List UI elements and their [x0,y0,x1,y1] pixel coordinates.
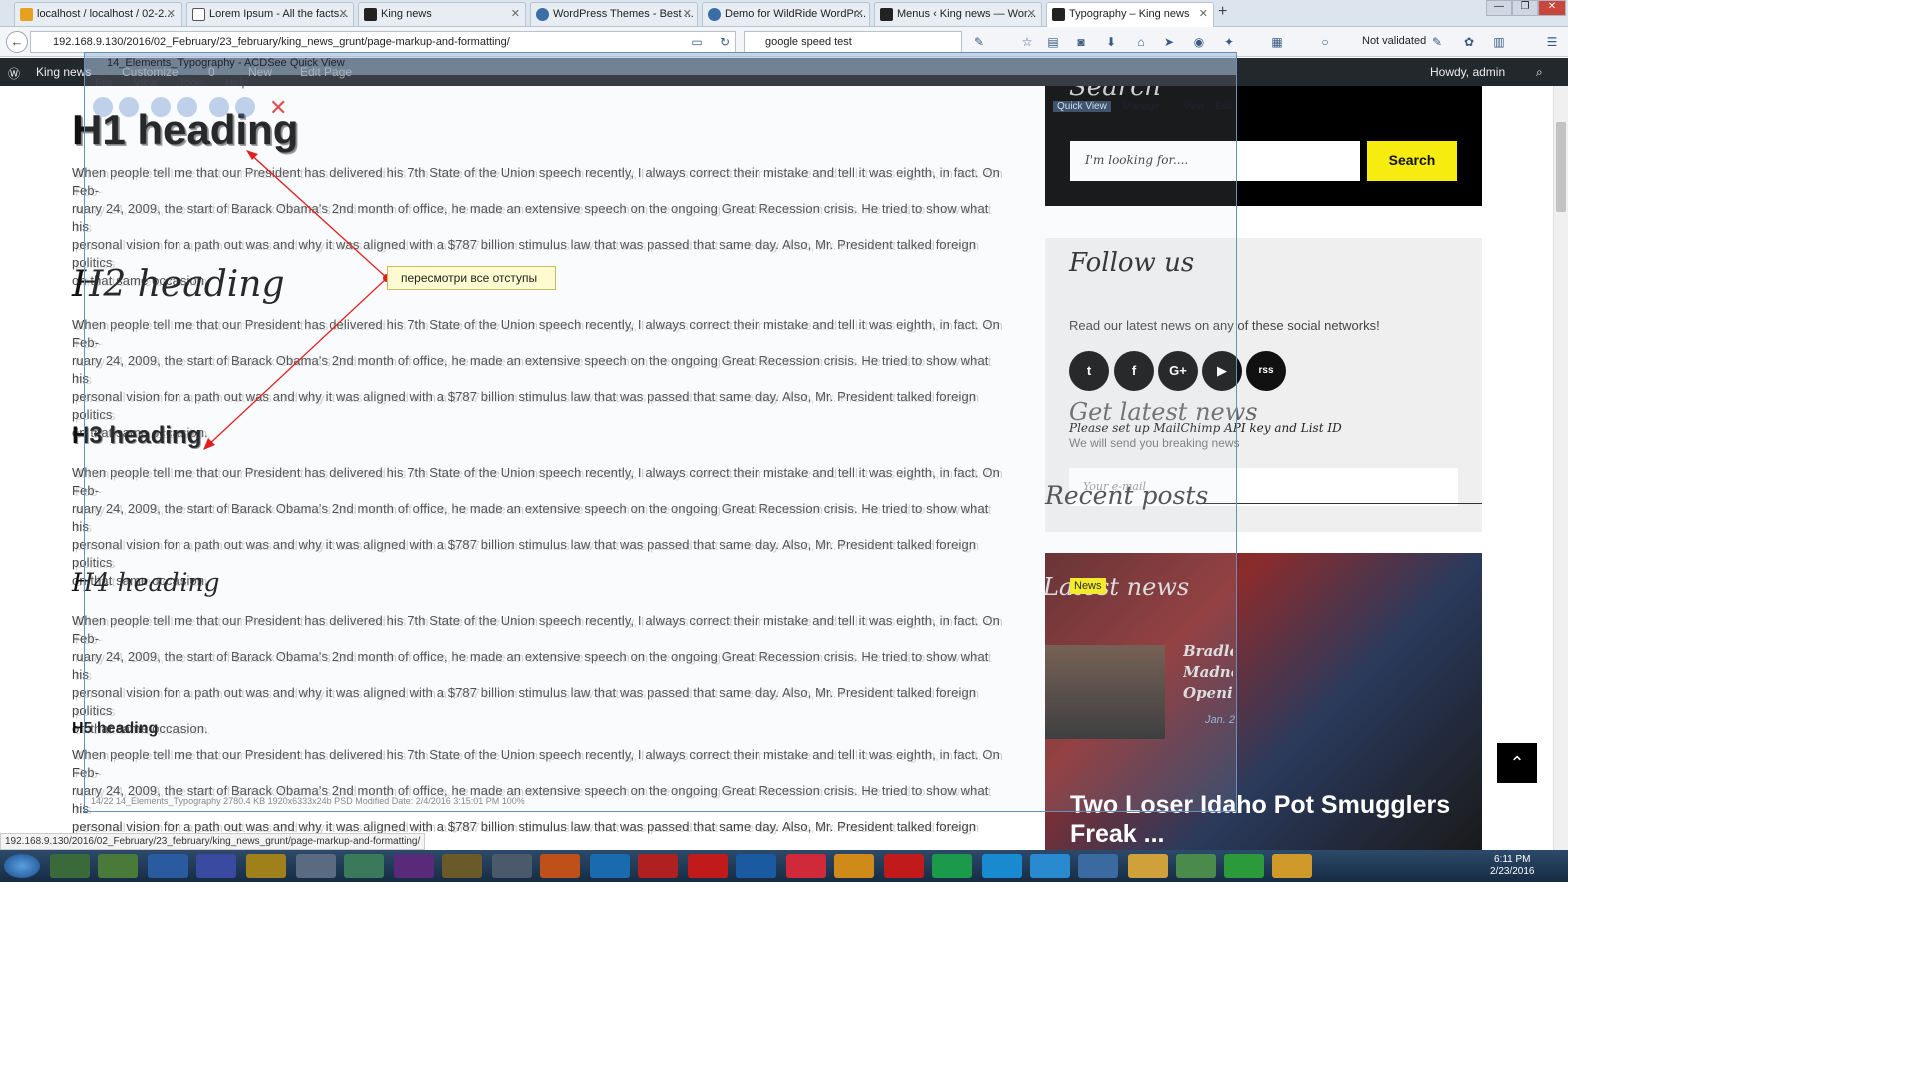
chrome-taskbar-icon[interactable] [50,854,90,878]
arrow-head-h1 [246,150,258,160]
browser-status-bar: 192.168.9.130/2016/02_February/23_februa… [0,833,426,850]
start-button[interactable] [4,854,40,878]
acdsee-taskbar-icon[interactable] [1272,854,1312,878]
app-taskbar-icon-3[interactable] [884,854,924,878]
system-clock[interactable]: 6:11 PM 2/23/2016 [1490,854,1535,878]
arrow-to-h1 [247,151,388,279]
hangouts-taskbar-icon[interactable] [1224,854,1264,878]
yandex-taskbar-icon[interactable] [638,854,678,878]
media-taskbar-icon[interactable] [394,854,434,878]
telegram-taskbar-icon[interactable] [1030,854,1070,878]
app-taskbar-icon-2[interactable] [834,854,874,878]
sublime-taskbar-icon[interactable] [442,854,482,878]
arrow-to-h3 [204,277,388,449]
annotation-note: пересмотри все отступы [387,266,556,290]
explorer-taskbar-icon[interactable] [1128,854,1168,878]
firefox-taskbar-icon[interactable] [540,854,580,878]
save-taskbar-icon[interactable] [196,854,236,878]
browser-taskbar-icon[interactable] [736,854,776,878]
notepad-taskbar-icon[interactable] [98,854,138,878]
opera-taskbar-icon[interactable] [688,854,728,878]
warning-taskbar-icon[interactable] [246,854,286,878]
calculator-taskbar-icon[interactable] [296,854,336,878]
vivaldi-taskbar-icon[interactable] [786,854,826,878]
skype-taskbar-icon[interactable] [148,854,188,878]
app-taskbar-icon[interactable] [492,854,532,878]
annotation-arrows [203,150,391,450]
filezilla-taskbar-icon[interactable] [344,854,384,878]
chrome-taskbar-icon-2[interactable] [1176,854,1216,878]
app-taskbar-icon-5[interactable] [1078,854,1118,878]
app-taskbar-icon-4[interactable] [932,854,972,878]
skype-taskbar-icon-2[interactable] [982,854,1022,878]
windows-taskbar: 6:11 PM 2/23/2016 [0,850,1568,882]
ie-taskbar-icon[interactable] [590,854,630,878]
